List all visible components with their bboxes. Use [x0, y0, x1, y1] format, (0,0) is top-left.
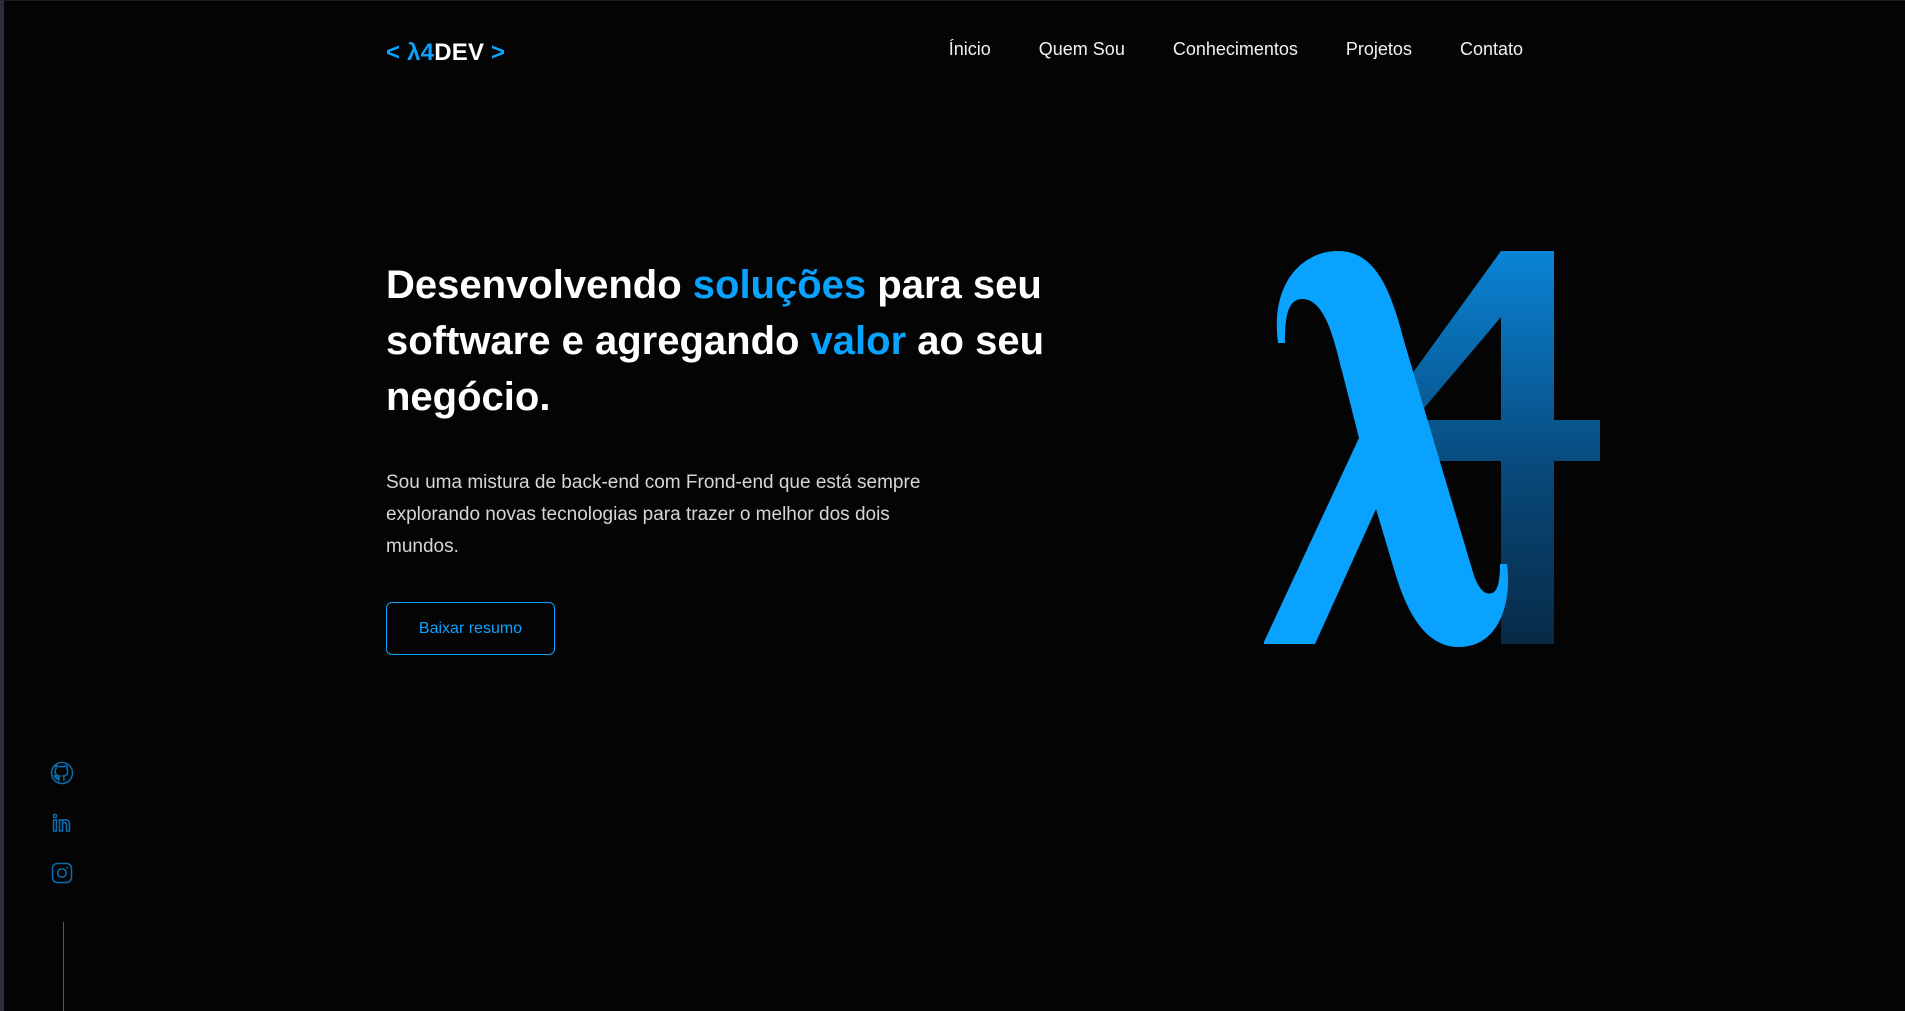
github-icon[interactable]: [50, 761, 74, 785]
brand-logo[interactable]: < λ4DEV >: [386, 39, 505, 67]
lambda-4-logo-icon: [1264, 251, 1600, 648]
instagram-icon[interactable]: [50, 861, 74, 885]
nav-item-quem-sou[interactable]: Quem Sou: [1039, 39, 1125, 60]
download-resume-button[interactable]: Baixar resumo: [386, 602, 555, 655]
headline-highlight-valor: valor: [810, 319, 907, 363]
nav-item-contato[interactable]: Contato: [1460, 39, 1523, 60]
nav-item-projetos[interactable]: Projetos: [1346, 39, 1412, 60]
headline-highlight-solucoes: soluções: [692, 263, 867, 307]
logo-lambda: λ4: [407, 39, 435, 66]
page: < λ4DEV > Ínicio Quem Sou Conhecimentos …: [0, 0, 1905, 1011]
social-divider-line: [63, 922, 64, 1011]
main-nav: Ínicio Quem Sou Conhecimentos Projetos C…: [949, 39, 1523, 60]
nav-item-inicio[interactable]: Ínicio: [949, 39, 991, 60]
social-links: [50, 761, 78, 885]
logo-name: DEV: [434, 39, 485, 66]
hero-description: Sou uma mistura de back-end com Frond-en…: [386, 472, 921, 557]
headline-text: Desenvolvendo: [386, 263, 693, 307]
nav-item-conhecimentos[interactable]: Conhecimentos: [1173, 39, 1298, 60]
logo-open-bracket: <: [386, 39, 401, 66]
logo-close-bracket: >: [491, 39, 506, 66]
hero-headline: Desenvolvendo soluções para seu software…: [386, 257, 1046, 425]
linkedin-icon[interactable]: [50, 811, 74, 835]
